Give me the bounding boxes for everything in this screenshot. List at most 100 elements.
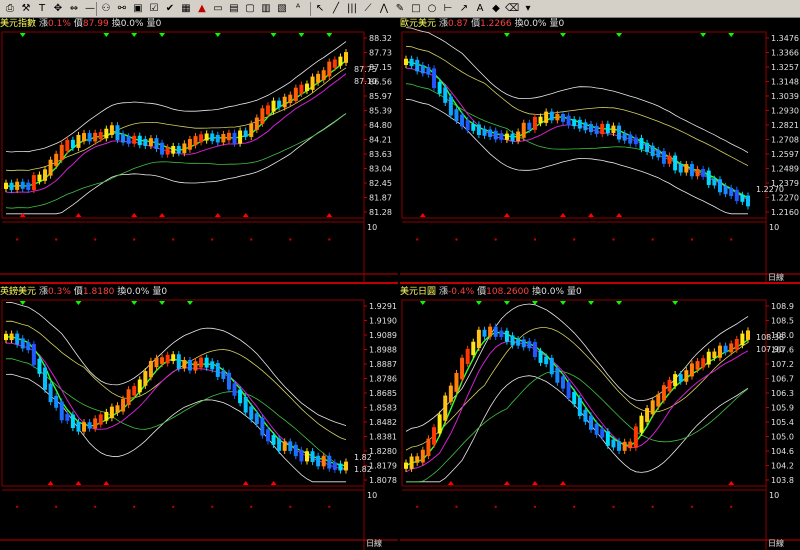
candle-body[interactable] bbox=[465, 348, 470, 364]
candle-body[interactable] bbox=[104, 411, 109, 421]
monitor-icon[interactable]: ▭ bbox=[211, 2, 225, 15]
candle-body[interactable] bbox=[87, 133, 92, 142]
candle-body[interactable] bbox=[706, 170, 711, 185]
candle-body[interactable] bbox=[48, 383, 53, 403]
candle-body[interactable] bbox=[265, 105, 270, 115]
candle-body[interactable] bbox=[199, 134, 204, 143]
candle-body[interactable] bbox=[15, 181, 20, 190]
candle-body[interactable] bbox=[611, 125, 616, 134]
candle-body[interactable] bbox=[344, 461, 348, 471]
candle-body[interactable] bbox=[527, 122, 532, 130]
candle-body[interactable] bbox=[304, 83, 309, 91]
candle-body[interactable] bbox=[516, 131, 521, 142]
candle-body[interactable] bbox=[293, 87, 298, 101]
candle-body[interactable] bbox=[316, 455, 321, 467]
candle-body[interactable] bbox=[622, 441, 627, 451]
candle-body[interactable] bbox=[404, 58, 408, 65]
candle-body[interactable] bbox=[26, 342, 31, 351]
candle-body[interactable] bbox=[15, 333, 20, 345]
candle-body[interactable] bbox=[82, 422, 87, 432]
eraser-icon[interactable]: ⌫ bbox=[505, 2, 519, 15]
tile-icon[interactable]: ▧ bbox=[275, 2, 289, 15]
candle-body[interactable] bbox=[746, 195, 750, 207]
candle-body[interactable] bbox=[243, 130, 248, 137]
candle-body[interactable] bbox=[594, 423, 599, 435]
line-icon[interactable]: — bbox=[83, 2, 97, 15]
candle-body[interactable] bbox=[409, 456, 414, 469]
candle-body[interactable] bbox=[43, 169, 48, 181]
candle-body[interactable] bbox=[215, 134, 220, 143]
candle-body[interactable] bbox=[465, 120, 470, 131]
candle-body[interactable] bbox=[265, 429, 270, 442]
candle-body[interactable] bbox=[316, 73, 321, 83]
candle-body[interactable] bbox=[193, 136, 198, 146]
candle-body[interactable] bbox=[499, 330, 504, 338]
candle-body[interactable] bbox=[628, 134, 633, 144]
candle-body[interactable] bbox=[98, 132, 103, 140]
candle-body[interactable] bbox=[701, 168, 706, 177]
candle-body[interactable] bbox=[148, 360, 153, 378]
chart-panel-dollar-index[interactable]: 88.32 87.73 87.15 86.56 85.97 85.39 84.80 84.21… bbox=[0, 18, 398, 284]
candle-body[interactable] bbox=[143, 371, 148, 386]
candle-body[interactable] bbox=[254, 117, 259, 130]
candle-body[interactable] bbox=[260, 417, 265, 436]
candle-body[interactable] bbox=[20, 181, 25, 189]
candle-body[interactable] bbox=[426, 67, 431, 75]
candle-body[interactable] bbox=[493, 326, 498, 337]
candle-body[interactable] bbox=[605, 431, 610, 446]
candle-body[interactable] bbox=[538, 116, 543, 124]
candle-body[interactable] bbox=[182, 359, 187, 369]
fan-icon[interactable]: ⟋ bbox=[361, 2, 375, 15]
chart-window-icon[interactable]: ▥ bbox=[259, 2, 273, 15]
candle-body[interactable] bbox=[9, 333, 14, 341]
candle-body[interactable] bbox=[115, 125, 120, 140]
candle-body[interactable] bbox=[277, 438, 282, 451]
candle-body[interactable] bbox=[321, 70, 326, 81]
candle-body[interactable] bbox=[448, 96, 453, 116]
glasses-icon[interactable]: ⚇ bbox=[99, 2, 113, 15]
candle-body[interactable] bbox=[70, 414, 75, 429]
candle-body[interactable] bbox=[488, 129, 493, 137]
candle-body[interactable] bbox=[628, 441, 633, 449]
candle-body[interactable] bbox=[645, 142, 650, 152]
candle-body[interactable] bbox=[443, 87, 448, 103]
candle-body[interactable] bbox=[650, 400, 655, 415]
candle-body[interactable] bbox=[31, 175, 36, 190]
candle-body[interactable] bbox=[165, 147, 170, 155]
candle-body[interactable] bbox=[327, 61, 332, 77]
candle-body[interactable] bbox=[415, 59, 420, 72]
candle-body[interactable] bbox=[204, 357, 209, 368]
candle-body[interactable] bbox=[549, 357, 554, 375]
candle-body[interactable] bbox=[583, 409, 588, 422]
candle-body[interactable] bbox=[48, 159, 53, 176]
candle-body[interactable] bbox=[712, 351, 717, 359]
candle-body[interactable] bbox=[611, 439, 616, 448]
candle-body[interactable] bbox=[476, 329, 481, 348]
candle-body[interactable] bbox=[121, 398, 126, 412]
candle-body[interactable] bbox=[617, 125, 622, 140]
candle-body[interactable] bbox=[516, 339, 521, 346]
candle-body[interactable] bbox=[126, 389, 131, 406]
ruler-icon[interactable]: ⊢ bbox=[441, 2, 455, 15]
candle-body[interactable] bbox=[115, 405, 120, 413]
candle-body[interactable] bbox=[605, 123, 610, 134]
candle-body[interactable] bbox=[165, 354, 170, 364]
zigzag-icon[interactable]: ⋀ bbox=[377, 2, 391, 15]
candle-body[interactable] bbox=[729, 343, 734, 353]
candle-body[interactable] bbox=[37, 358, 42, 374]
candle-body[interactable] bbox=[639, 137, 644, 150]
candle-body[interactable] bbox=[93, 418, 98, 429]
candle-body[interactable] bbox=[104, 128, 109, 139]
candle-body[interactable] bbox=[689, 363, 694, 377]
candle-body[interactable] bbox=[454, 109, 459, 121]
candle-body[interactable] bbox=[746, 330, 750, 340]
candle-body[interactable] bbox=[661, 151, 666, 164]
print-icon[interactable]: ⎙ bbox=[3, 2, 17, 15]
candle-body[interactable] bbox=[288, 94, 293, 104]
candle-body[interactable] bbox=[521, 339, 526, 348]
candle-body[interactable] bbox=[65, 139, 70, 152]
candle-body[interactable] bbox=[572, 391, 577, 405]
candle-body[interactable] bbox=[650, 145, 655, 157]
tools-icon[interactable]: ⚒ bbox=[19, 2, 33, 15]
candle-body[interactable] bbox=[199, 357, 204, 368]
